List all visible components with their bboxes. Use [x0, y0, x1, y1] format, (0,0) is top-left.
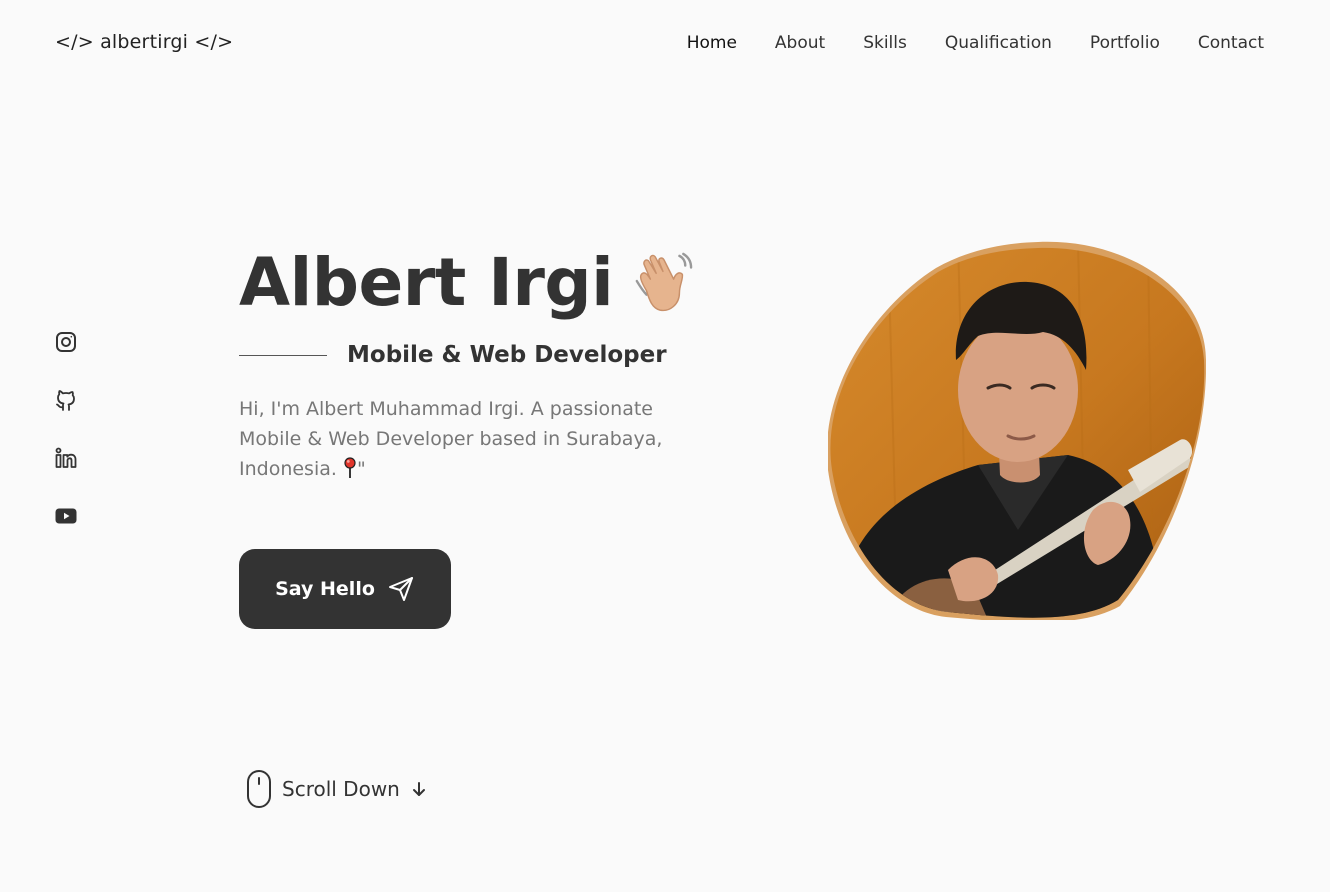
waving-hand-icon	[635, 252, 693, 312]
send-icon	[388, 577, 413, 601]
nav-skills[interactable]: Skills	[863, 33, 907, 53]
nav-home[interactable]: Home	[687, 33, 737, 53]
site-logo[interactable]: </> albertirgi </>	[55, 31, 233, 53]
hero-description: Hi, I'm Albert Muhammad Irgi. A passiona…	[239, 394, 699, 484]
arrow-down-icon	[412, 782, 425, 796]
say-hello-label: Say Hello	[275, 578, 375, 600]
youtube-link[interactable]	[54, 504, 78, 528]
hero-role: Mobile & Web Developer	[347, 342, 667, 368]
instagram-icon	[56, 332, 76, 352]
say-hello-button[interactable]: Say Hello	[239, 549, 451, 629]
github-link[interactable]	[54, 388, 78, 412]
nav-contact[interactable]: Contact	[1198, 33, 1264, 53]
linkedin-icon	[55, 447, 77, 468]
profile-photo	[828, 240, 1206, 620]
site-header: </> albertirgi </> Home About Skills Qua…	[0, 0, 1330, 90]
social-links	[54, 330, 78, 528]
role-row: Mobile & Web Developer	[239, 342, 719, 368]
scroll-down-label: Scroll Down	[282, 777, 400, 801]
scroll-down-link[interactable]: Scroll Down	[246, 769, 428, 809]
instagram-link[interactable]	[54, 330, 78, 354]
github-icon	[56, 390, 75, 411]
youtube-icon	[55, 508, 77, 524]
linkedin-link[interactable]	[54, 446, 78, 470]
mouse-icon	[247, 770, 271, 808]
profile-blob-image	[828, 241, 1206, 620]
hero-name: Albert Irgi	[239, 244, 614, 321]
main-nav: Home About Skills Qualification Portfoli…	[687, 33, 1264, 53]
nav-about[interactable]: About	[775, 33, 825, 53]
name-row: Albert Irgi	[239, 238, 719, 328]
hero-description-text: Hi, I'm Albert Muhammad Irgi. A passiona…	[239, 398, 663, 480]
nav-portfolio[interactable]: Portfolio	[1090, 33, 1160, 53]
round-pushpin-icon	[344, 457, 356, 478]
nav-qualification[interactable]: Qualification	[945, 33, 1052, 53]
hero-intro: Albert Irgi Mobile & Web Developer Hi, I…	[239, 238, 719, 484]
role-divider	[239, 354, 327, 356]
hero-description-suffix: "	[356, 458, 366, 480]
